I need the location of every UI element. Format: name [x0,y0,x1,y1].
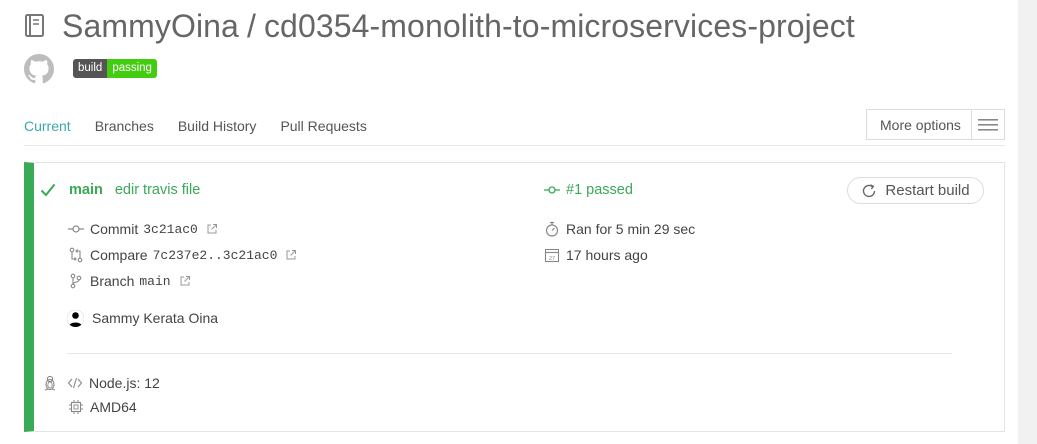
github-icon[interactable] [24,54,54,84]
arch-row: AMD64 [68,398,137,416]
card-divider [67,353,952,354]
commit-sha-link[interactable]: 3c21ac0 [143,222,198,237]
compare-row: Compare 7c237e2..3c21ac0 [68,246,297,264]
language-row: Node.js: 12 [42,374,160,392]
linux-icon [42,375,58,391]
compare-label: Compare [90,247,148,263]
build-status[interactable]: #1 passed [544,180,633,200]
repo-header: SammyOina / cd0354-monolith-to-microservic… [24,6,855,46]
author-avatar [67,309,84,327]
commit-row: Commit 3c21ac0 [68,220,218,238]
commit-icon [68,221,84,237]
external-link-icon[interactable] [206,223,218,235]
external-link-icon[interactable] [179,275,191,287]
tab-branches[interactable]: Branches [95,112,154,146]
commit-message: edir travis file [114,182,201,198]
hamburger-icon [971,110,1004,139]
finished-time: 17 hours ago [566,247,648,263]
repo-tabs: Current Branches Build History Pull Requ… [24,112,391,146]
language-version: Node.js: 12 [89,375,160,391]
restart-build-label: Restart build [885,182,970,199]
build-status-badge[interactable]: build passing [73,59,157,78]
tab-current[interactable]: Current [24,112,71,146]
compare-range-link[interactable]: 7c237e2..3c21ac0 [153,248,278,263]
author-row: Sammy Kerata Oina [67,309,218,327]
author-name: Sammy Kerata Oina [92,310,219,326]
repo-name-link[interactable]: cd0354-monolith-to-microservices-project [264,8,855,44]
repo-owner-link[interactable]: SammyOina [62,8,239,44]
calendar-icon: 27 [544,247,560,263]
build-summary: main edir travis file [40,180,200,200]
external-link-icon[interactable] [285,249,297,261]
repo-separator: / [246,7,256,44]
build-branch-link[interactable]: main [69,182,103,198]
commit-label: Commit [90,221,139,237]
repo-title: SammyOina / cd0354-monolith-to-microservic… [62,8,855,45]
calendar-day: 27 [549,256,555,262]
badge-label: build [73,59,108,78]
tab-build-history[interactable]: Build History [178,112,257,146]
stopwatch-icon [544,221,560,237]
page-scrollbar[interactable] [1018,0,1037,444]
commit-icon [544,182,560,198]
check-icon [40,182,56,198]
branch-name-link[interactable]: main [139,274,170,289]
restart-icon [861,183,877,199]
finished-row: 27 17 hours ago [544,246,648,264]
more-options-label: More options [880,116,961,133]
repo-icon [24,14,46,38]
branch-icon [68,273,84,289]
badge-status: passing [107,59,157,78]
build-number-status: #1 passed [566,182,633,198]
tabs-divider [24,145,1005,146]
code-icon [67,375,83,391]
compare-icon [68,247,84,263]
branch-row: Branch main [68,272,191,290]
more-options-button[interactable]: More options [866,109,1005,140]
arch-name: AMD64 [90,399,137,415]
restart-build-button[interactable]: Restart build [847,177,984,204]
tab-pull-requests[interactable]: Pull Requests [280,112,366,146]
cpu-icon [68,399,84,415]
branch-label: Branch [90,273,135,289]
ran-for-text: Ran for 5 min 29 sec [566,221,696,237]
duration-row: Ran for 5 min 29 sec [544,220,695,238]
